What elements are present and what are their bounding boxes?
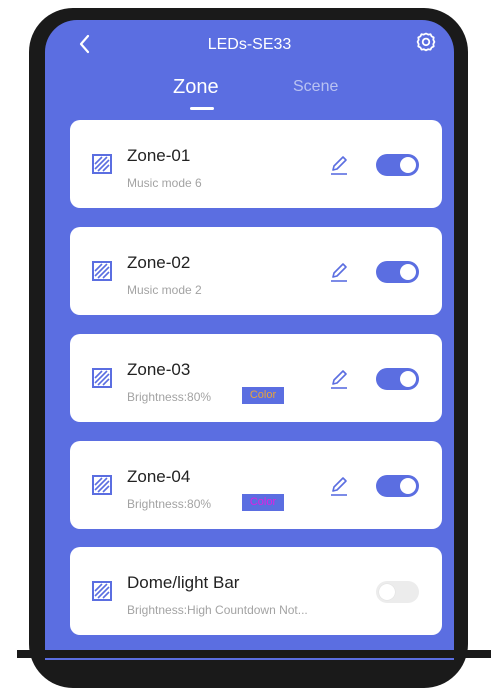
- toggle-knob: [400, 371, 416, 387]
- app-screen: LEDs-SE33 Zone Scene Zone-01 Music mode …: [45, 20, 454, 660]
- zone-icon: [92, 261, 112, 281]
- zone-toggle[interactable]: [376, 368, 419, 390]
- page-title: LEDs-SE33: [207, 36, 292, 53]
- zone-status: Music mode 6: [127, 176, 202, 190]
- toggle-knob: [379, 584, 395, 600]
- active-tab-indicator: [190, 107, 214, 110]
- tab-zone[interactable]: Zone: [173, 76, 219, 99]
- edit-button[interactable]: [328, 154, 350, 176]
- pencil-icon: [331, 156, 347, 175]
- pencil-icon: [331, 477, 347, 496]
- zone-name: Zone-01: [127, 146, 191, 165]
- zone-name: Zone-04: [127, 467, 191, 486]
- zone-name: Zone-02: [127, 253, 191, 272]
- toggle-knob: [400, 478, 416, 494]
- color-badge: Color: [242, 387, 284, 404]
- zone-icon: [92, 581, 112, 601]
- zone-toggle[interactable]: [376, 154, 419, 176]
- zone-name: Zone-03: [127, 360, 191, 379]
- zone-name: Dome/light Bar: [127, 573, 240, 592]
- gear-icon: [416, 32, 436, 52]
- zone-card-04[interactable]: Zone-04 Brightness:80% Color: [70, 441, 442, 529]
- zone-status: Music mode 2: [127, 283, 202, 297]
- zone-card-02[interactable]: Zone-02 Music mode 2: [70, 227, 442, 315]
- zone-icon: [92, 368, 112, 388]
- toggle-knob: [400, 157, 416, 173]
- zone-card-dome[interactable]: Dome/light Bar Brightness:High Countdown…: [70, 547, 442, 635]
- color-badge: Color: [242, 494, 284, 511]
- pencil-icon: [331, 263, 347, 282]
- zone-icon: [92, 475, 112, 495]
- zone-status: Brightness:80%: [127, 497, 212, 511]
- edit-button[interactable]: [328, 261, 350, 283]
- pencil-icon: [331, 370, 347, 389]
- zone-icon: [92, 154, 112, 174]
- edit-button[interactable]: [328, 368, 350, 390]
- zone-card-01[interactable]: Zone-01 Music mode 6: [70, 120, 442, 208]
- settings-button[interactable]: [414, 30, 438, 54]
- zone-card-03[interactable]: Zone-03 Brightness:80% Color: [70, 334, 442, 422]
- zone-status: Brightness:80%: [127, 390, 212, 404]
- device-bottom-edge: [17, 650, 491, 658]
- zone-status: Brightness:High Countdown Not...: [127, 603, 308, 617]
- zone-toggle[interactable]: [376, 581, 419, 603]
- zone-toggle[interactable]: [376, 475, 419, 497]
- zone-toggle[interactable]: [376, 261, 419, 283]
- toggle-knob: [400, 264, 416, 280]
- edit-button[interactable]: [328, 475, 350, 497]
- tab-scene[interactable]: Scene: [293, 78, 338, 96]
